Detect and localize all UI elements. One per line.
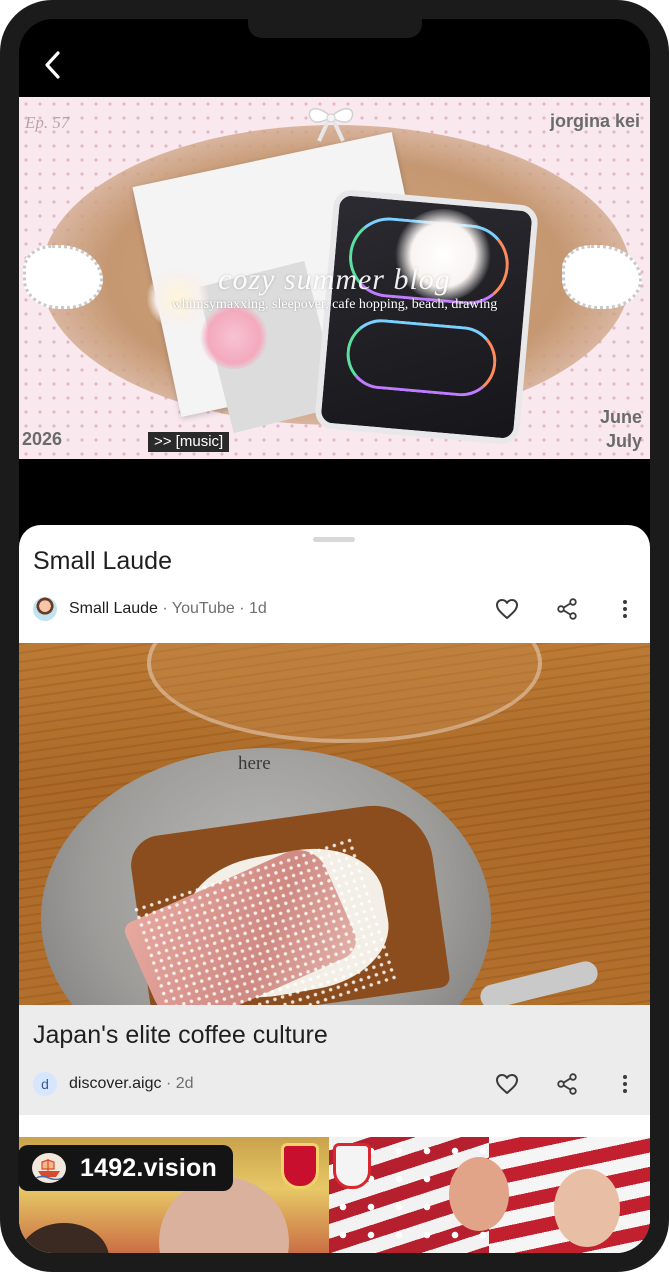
month-label-bottom: July: [605, 431, 642, 451]
result-actions: [489, 1066, 643, 1102]
video-title-overlay: cozy summer blog: [218, 263, 451, 296]
result-title[interactable]: Small Laude: [33, 547, 172, 576]
closed-caption: >> [music]: [148, 432, 230, 452]
more-vert-icon: [623, 600, 627, 618]
share-button[interactable]: [549, 591, 585, 627]
source-meta: · 2d: [161, 1075, 194, 1092]
result-image-food[interactable]: here: [19, 643, 650, 1005]
result-actions: [489, 591, 643, 627]
like-button[interactable]: [489, 1066, 525, 1102]
more-vert-icon: [623, 1075, 627, 1093]
person-face: [449, 1157, 509, 1231]
source-watermark-badge: 1492.vision: [18, 1145, 234, 1191]
club-crest: [333, 1143, 371, 1189]
share-icon: [557, 1073, 577, 1095]
month-label-top: June: [599, 407, 642, 427]
result-title[interactable]: Japan's elite coffee culture: [33, 1021, 328, 1050]
ship-logo-icon: [32, 1153, 66, 1183]
back-arrow-icon: [45, 51, 60, 79]
result-card-footer[interactable]: Japan's elite coffee culture d discover.…: [19, 1005, 650, 1115]
heart-icon: [496, 1074, 518, 1094]
screen: Ep. 57 jorgina kei cozy summer blog whim…: [19, 19, 650, 1253]
channel-avatar[interactable]: [33, 597, 57, 621]
channel-tag: jorgina kei: [549, 111, 640, 131]
ribbon-bow-icon: [308, 108, 354, 142]
watermark-text: 1492.vision: [80, 1153, 218, 1182]
more-options-button[interactable]: [607, 591, 643, 627]
episode-label: Ep. 57: [25, 113, 70, 132]
source-avatar[interactable]: d: [33, 1072, 57, 1096]
results-bottom-sheet[interactable]: Small Laude Small Laude · YouTube · 1d h…: [19, 525, 650, 1253]
plate-engraving: here: [238, 753, 271, 774]
source-meta: · YouTube · 1d: [157, 600, 267, 617]
like-button[interactable]: [489, 591, 525, 627]
result-meta-row: d discover.aigc · 2d: [33, 1066, 643, 1102]
year-label: 2026: [22, 429, 63, 449]
flower-decoration: [199, 305, 269, 369]
heart-icon: [496, 599, 518, 619]
video-player-thumbnail[interactable]: Ep. 57 jorgina kei cozy summer blog whim…: [19, 97, 650, 459]
more-options-button[interactable]: [607, 1066, 643, 1102]
share-button[interactable]: [549, 1066, 585, 1102]
person-face: [554, 1169, 620, 1247]
video-subtitle-overlay: whimsymaxxing, sleepover, cafe hopping, …: [171, 297, 498, 312]
result-meta-row: Small Laude · YouTube · 1d: [33, 591, 643, 627]
rainbow-shape: [343, 316, 500, 400]
back-button[interactable]: [35, 47, 71, 83]
share-icon: [557, 598, 577, 620]
source-name[interactable]: discover.aigc: [69, 1075, 162, 1093]
sheet-drag-handle[interactable]: [313, 537, 355, 542]
phone-frame: Ep. 57 jorgina kei cozy summer blog whim…: [0, 0, 669, 1272]
source-name[interactable]: Small Laude: [69, 600, 158, 618]
club-crest: [281, 1143, 319, 1189]
camera-notch: [248, 14, 422, 38]
